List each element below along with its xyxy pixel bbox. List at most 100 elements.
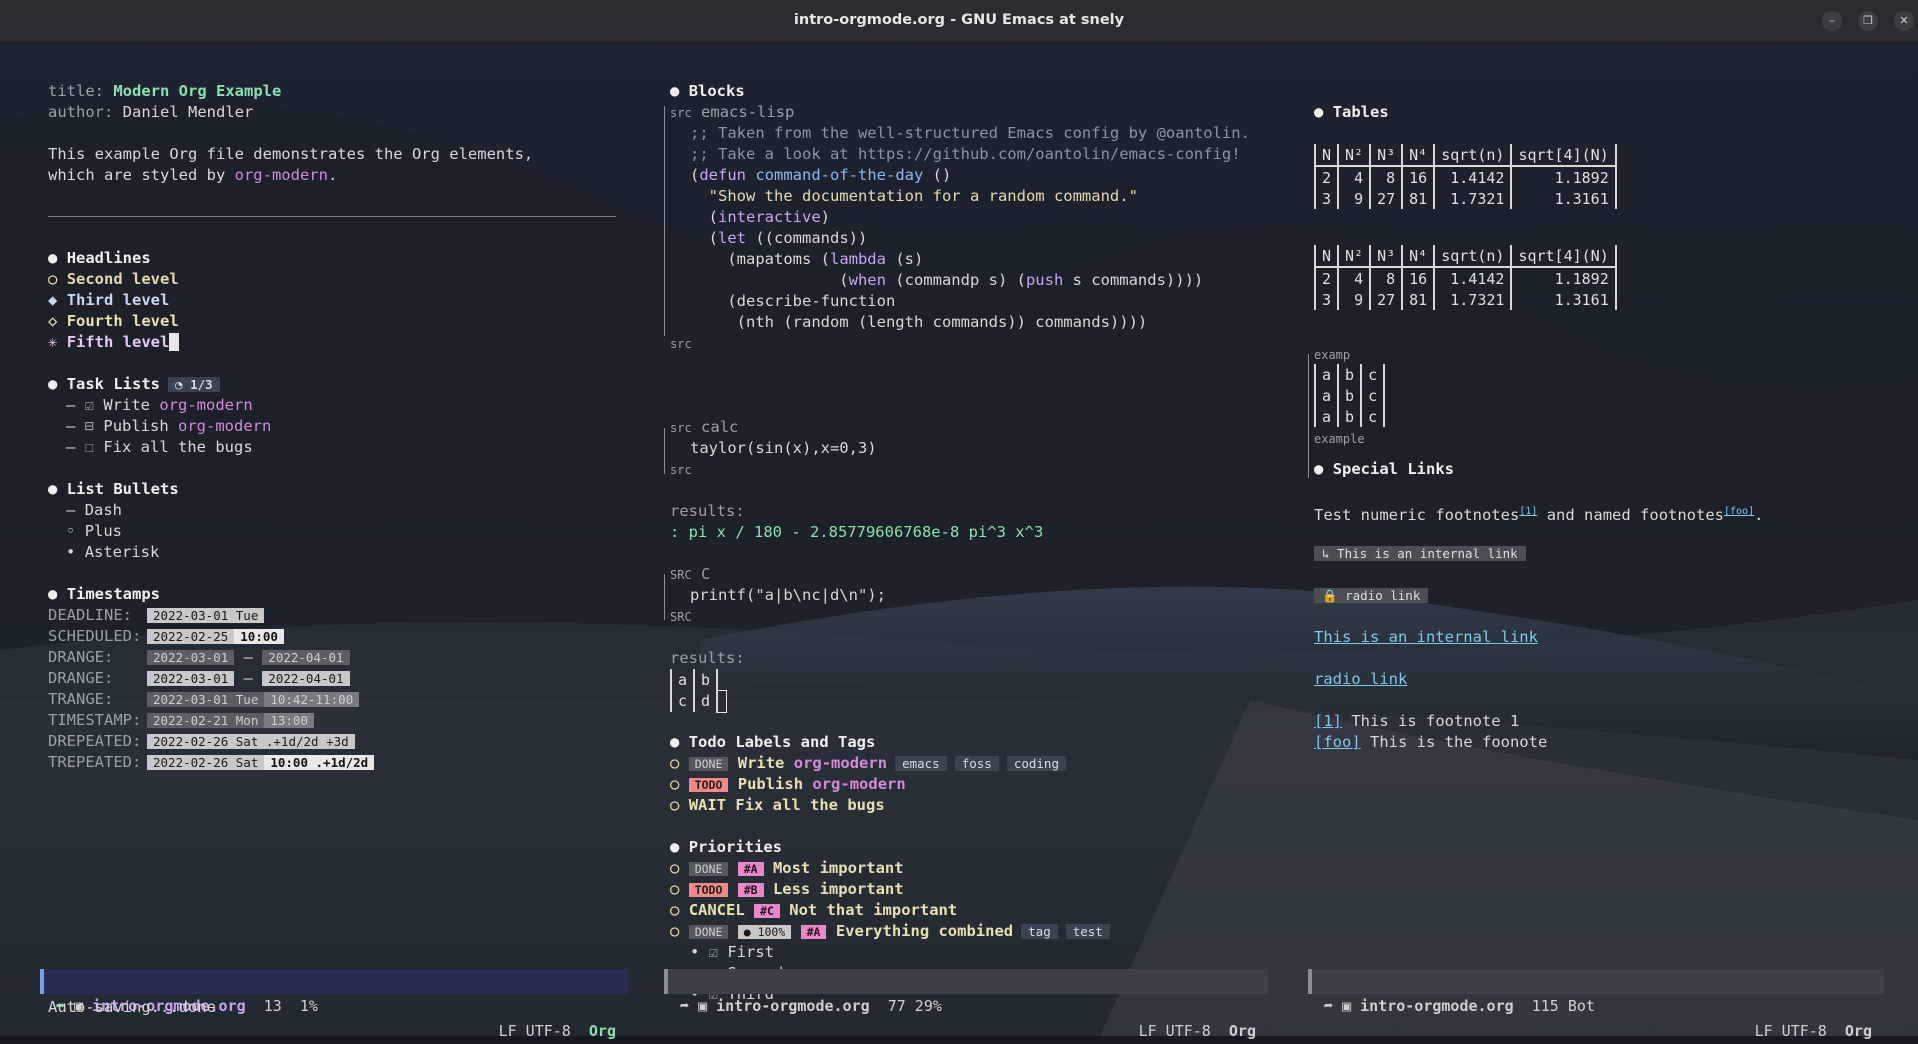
trepeated-date[interactable]: 2022-02-26 Sat [147,755,265,770]
src-begin-label: src [670,106,692,120]
drange-end[interactable]: 2022-04-01 [262,671,350,686]
encoding[interactable]: LF UTF-8 [1139,1022,1211,1040]
code-line: ;; Take a look at https://github.com/oan… [690,145,1241,163]
checkbox-checked-icon[interactable]: ☑ [85,396,94,414]
org-modern-link[interactable]: org-modern [812,775,905,793]
scheduled-key: SCHEDULED: [48,627,142,645]
headline-second-level[interactable]: Second level [67,270,179,288]
code-line: "Show the documentation for a random com… [690,187,1138,205]
headline-timestamps[interactable]: Timestamps [67,585,160,603]
middle-window[interactable]: ● Blocks src emacs-lisp ;; Taken from th… [664,42,1270,1003]
scheduled-time[interactable]: 10:00 [234,629,284,644]
timestamp-time[interactable]: 13:00 [264,713,314,728]
left-window[interactable]: title: Modern Org Example author: Daniel… [48,42,628,962]
radio-link[interactable]: radio link [1314,670,1407,688]
src-end-label: src [670,463,692,477]
intro-line-1: This example Org file demonstrates the O… [48,145,534,163]
priority-text: Most important [772,859,904,877]
table-header: sqrt(n) [1433,144,1513,167]
headline-fifth-level[interactable]: Fifth level [67,333,170,351]
bullet-icon: ● [670,82,680,100]
headline-tables[interactable]: Tables [1333,103,1389,121]
src-language: emacs-lisp [701,103,795,121]
trepeated-time[interactable]: 10:00 .+1d/2d [264,755,375,770]
drange-start[interactable]: 2022-03-01 [147,671,235,686]
diamond-bullet-icon: ◆ [48,291,58,309]
table-cell: 1.1892 [1510,166,1617,188]
table-cell: 3 [1313,188,1340,209]
encoding[interactable]: LF UTF-8 [1755,1022,1827,1040]
headline-fourth-level[interactable]: Fourth level [67,312,179,330]
org-table: N N² N³ N⁴ sqrt(n) sqrt[4](N) 2 4 8 16 1.4142 1.18… [1313,144,1617,209]
major-mode[interactable]: Org [589,1022,616,1040]
footnote-ref-foo[interactable]: [foo] [1724,506,1754,517]
buffer-name[interactable]: intro-orgmode.org [1360,997,1514,1015]
bullet-icon: ● [670,838,680,856]
headline-headlines[interactable]: Headlines [67,249,151,267]
drepeated-timestamp[interactable]: 2022-02-26 Sat .+1d/2d +3d [147,734,355,749]
table-cell: 1.7321 [1433,188,1513,209]
checkbox-checked-icon[interactable]: ☑ [709,943,718,961]
deadline-timestamp[interactable]: 2022-03-01 Tue [147,608,265,623]
drange-start[interactable]: 2022-03-01 [147,650,235,665]
org-modern-link[interactable]: org-modern [159,396,252,414]
drange-key: DRANGE: [48,648,114,666]
dash-bullet-icon: – [66,501,76,519]
major-mode[interactable]: Org [1845,1022,1872,1040]
org-modern-link[interactable]: org-modern [178,417,271,435]
results-table: ab cd [669,669,728,713]
table-header: sqrt[4](N) [1510,245,1617,268]
horizontal-rule [48,216,616,217]
internal-link-box[interactable]: ↳ This is an internal link [1314,546,1526,561]
org-modern-link[interactable]: org-modern [794,754,887,772]
headline-third-level[interactable]: Third level [67,291,170,309]
headline-list-bullets[interactable]: List Bullets [67,480,179,498]
table-cell: 9 [1337,289,1372,310]
headline-special-links[interactable]: Special Links [1333,460,1454,478]
done-label: DONE [688,862,729,876]
tag: foss [954,756,999,771]
major-mode[interactable]: Org [1229,1022,1256,1040]
buffer-position: 13 1% [263,997,318,1015]
modeline-middle[interactable]: ➦ ▣ intro-orgmode.org 77 29% LF UTF-8 Or… [664,969,1268,1040]
modeline-left[interactable]: ➦ ▣ intro-orgmode.org 13 1% LF UTF-8 Org [40,969,628,1040]
headline-task-lists[interactable]: Task Lists [67,375,160,393]
radio-link-box[interactable]: 🔒 radio link [1314,588,1429,603]
headline-blocks[interactable]: Blocks [689,82,745,100]
trange-date[interactable]: 2022-03-01 Tue [147,692,265,707]
drange-end[interactable]: 2022-04-01 [262,650,350,665]
buffer-name[interactable]: intro-orgmode.org [716,997,870,1015]
bullet-icon: ● [48,375,58,393]
minimize-button[interactable]: – [1822,11,1842,31]
table-header: N⁴ [1401,245,1436,268]
example-table: abc abc abc [1313,364,1386,427]
footnote-ref-1[interactable]: [1] [1519,506,1537,517]
dot-bullet-icon: • [66,543,76,561]
code-line: ;; Taken from the well-structured Emacs … [690,124,1250,142]
maximize-button[interactable]: ❐ [1858,11,1878,31]
priority-c: #C [754,904,780,918]
progress-cookie: ◔ 1/3 [168,377,220,392]
footnote-def-foo[interactable]: [foo] [1314,733,1361,751]
table-cell: 16 [1401,267,1436,289]
checkbox-empty-icon[interactable]: ☐ [85,438,94,456]
code-line: taylor(sin(x),x=0,3) [690,439,877,457]
headline-priorities[interactable]: Priorities [689,838,782,856]
text-cursor [169,333,179,351]
trange-time[interactable]: 10:42-11:00 [264,692,360,707]
scheduled-date[interactable]: 2022-02-25 [147,629,235,644]
table-cell: b [1337,364,1363,385]
table-cell: 1.1892 [1510,267,1617,289]
internal-link[interactable]: This is an internal link [1314,628,1538,646]
priority-text: Everything combined [835,922,1014,940]
timestamp-date[interactable]: 2022-02-21 Mon [147,713,265,728]
close-button[interactable]: ✕ [1894,11,1914,31]
encoding[interactable]: LF UTF-8 [499,1022,571,1040]
modeline-right[interactable]: ➦ ▣ intro-orgmode.org 115 Bot LF UTF-8 O… [1308,969,1884,1040]
org-modern-link[interactable]: org-modern [235,166,328,184]
footnote-def-1[interactable]: [1] [1314,712,1342,730]
right-window[interactable]: ● Tables N N² N³ N⁴ sqrt(n) sqrt[4](N) 2 4 8 16 1… [1308,42,1894,962]
checkbox-partial-icon[interactable]: ⊟ [85,417,94,435]
title-key: title: [48,82,104,100]
headline-todo-labels[interactable]: Todo Labels and Tags [689,733,876,751]
